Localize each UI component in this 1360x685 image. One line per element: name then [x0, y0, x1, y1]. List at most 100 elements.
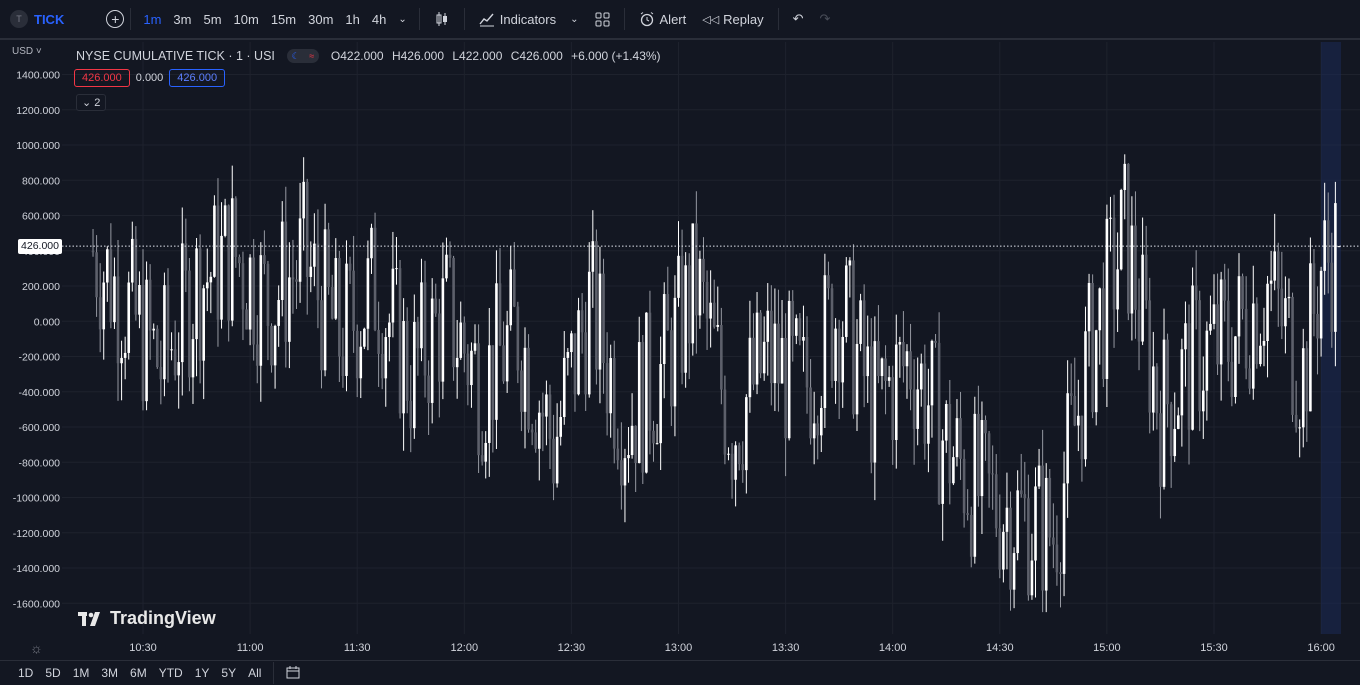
range-3m[interactable]: 3M: [95, 666, 124, 680]
interval-1h[interactable]: 1h: [339, 12, 365, 27]
candle-body: [298, 218, 302, 282]
interval-1m[interactable]: 1m: [137, 12, 167, 27]
candle-body: [1177, 415, 1180, 429]
interval-3m[interactable]: 3m: [167, 12, 197, 27]
candle-body: [106, 249, 109, 283]
low-value: L422.000: [452, 49, 503, 63]
candle-body: [777, 323, 780, 384]
candle-body: [652, 430, 655, 444]
candle-body: [520, 370, 523, 412]
candle-body: [648, 312, 652, 431]
candle-body: [1219, 279, 1223, 365]
interval-30m[interactable]: 30m: [302, 12, 339, 27]
candle-body: [341, 356, 345, 376]
chart-type-button[interactable]: [426, 0, 458, 38]
undo-icon: ↶: [792, 11, 804, 26]
candle-body: [495, 283, 498, 420]
candle-body: [877, 341, 880, 377]
price-chart[interactable]: 1400.0001200.0001000.000800.000600.00040…: [0, 42, 1360, 658]
buy-button[interactable]: 426.000: [169, 69, 226, 87]
range-5d[interactable]: 5D: [39, 666, 66, 680]
candle-body: [166, 285, 170, 351]
candle-body: [944, 403, 948, 441]
range-all[interactable]: All: [242, 666, 267, 680]
candle-body: [959, 418, 962, 459]
undo-button[interactable]: ↶: [785, 0, 812, 38]
redo-button[interactable]: ↷: [812, 0, 839, 38]
candle-body: [413, 321, 416, 429]
sell-button[interactable]: 426.000: [74, 69, 130, 87]
candle-body: [916, 389, 919, 429]
chevron-down-icon: ⌄: [570, 13, 579, 25]
alert-label: Alert: [659, 11, 687, 27]
series-title[interactable]: NYSE CUMULATIVE TICK · 1 · USI: [76, 49, 275, 63]
candle-body: [866, 346, 870, 377]
candle-body: [991, 473, 994, 475]
interval-4h[interactable]: 4h: [366, 12, 392, 27]
candle-body: [184, 243, 188, 271]
time-tick-label: 14:30: [986, 642, 1014, 654]
candle-body: [612, 358, 616, 449]
time-axis[interactable]: 10:30 11:00 11:30 12:00 12:30 13:00 13:30 14:00…: [129, 642, 1335, 654]
candle-body: [1334, 203, 1337, 332]
candles-icon: [436, 12, 447, 26]
range-5y[interactable]: 5Y: [215, 666, 242, 680]
candle-body: [455, 357, 459, 368]
candle-body: [627, 455, 630, 459]
rewind-icon: ◁◁: [702, 13, 720, 26]
candle-body: [1223, 279, 1227, 301]
range-1d[interactable]: 1D: [12, 666, 39, 680]
currency-label: USD: [12, 46, 34, 57]
compare-symbol-button[interactable]: +: [106, 0, 125, 38]
candle-body: [823, 275, 827, 408]
chart-pane[interactable]: 1400.0001200.0001000.000800.000600.00040…: [0, 42, 1360, 658]
time-tick-label: 14:00: [879, 642, 907, 654]
layouts-button[interactable]: [587, 0, 618, 38]
interval-dropdown-button[interactable]: ⌄: [392, 0, 412, 38]
candle-body: [1241, 276, 1244, 309]
candle-body: [919, 363, 923, 390]
candle-body: [809, 387, 812, 439]
alarm-clock-icon: [640, 12, 653, 27]
price-tick-label: 1200.000: [16, 105, 60, 117]
session-highlight: [1321, 42, 1341, 634]
candle-body: [1323, 220, 1326, 271]
goto-date-button[interactable]: [280, 665, 306, 682]
interval-10m[interactable]: 10m: [228, 12, 265, 27]
range-1y[interactable]: 1Y: [189, 666, 216, 680]
candle-body: [220, 235, 223, 320]
range-ytd[interactable]: YTD: [153, 666, 189, 680]
candle-body: [559, 416, 562, 437]
currency-selector[interactable]: USD ˅: [12, 46, 42, 57]
interval-5m[interactable]: 5m: [197, 12, 227, 27]
candle-body: [498, 283, 502, 346]
interval-15m[interactable]: 15m: [265, 12, 302, 27]
candle-body: [952, 457, 955, 484]
candle-body: [423, 282, 427, 376]
candle-body: [1159, 413, 1162, 487]
candle-body: [477, 343, 480, 456]
alert-button[interactable]: Alert: [631, 0, 695, 38]
candle-body: [352, 270, 355, 331]
symbol-logo-icon: T: [10, 10, 28, 28]
candle-body: [91, 250, 95, 253]
settings-gear-icon[interactable]: ☼: [30, 640, 43, 656]
last-price-label: 426.000: [18, 239, 62, 254]
indicators-collapse-button[interactable]: ⌄ 2: [76, 94, 107, 111]
replay-button[interactable]: ◁◁ Replay: [694, 0, 771, 38]
candle-body: [1262, 340, 1266, 346]
candle-body: [1127, 163, 1130, 314]
range-6m[interactable]: 6M: [124, 666, 153, 680]
symbol-search[interactable]: T TICK: [0, 0, 64, 38]
candle-body: [1091, 282, 1094, 413]
indicators-button[interactable]: Indicators ⌄: [471, 0, 587, 38]
candle-body: [1002, 531, 1005, 570]
candle-body: [1169, 404, 1173, 457]
session-toggle[interactable]: ☾ ≈: [286, 49, 319, 63]
price-axis[interactable]: 1400.0001200.0001000.000800.000600.00040…: [13, 70, 60, 611]
candle-body: [973, 413, 977, 557]
candle-body: [141, 285, 145, 402]
candle-body: [762, 341, 766, 374]
replay-label: Replay: [723, 11, 764, 27]
range-1m[interactable]: 1M: [67, 666, 96, 680]
